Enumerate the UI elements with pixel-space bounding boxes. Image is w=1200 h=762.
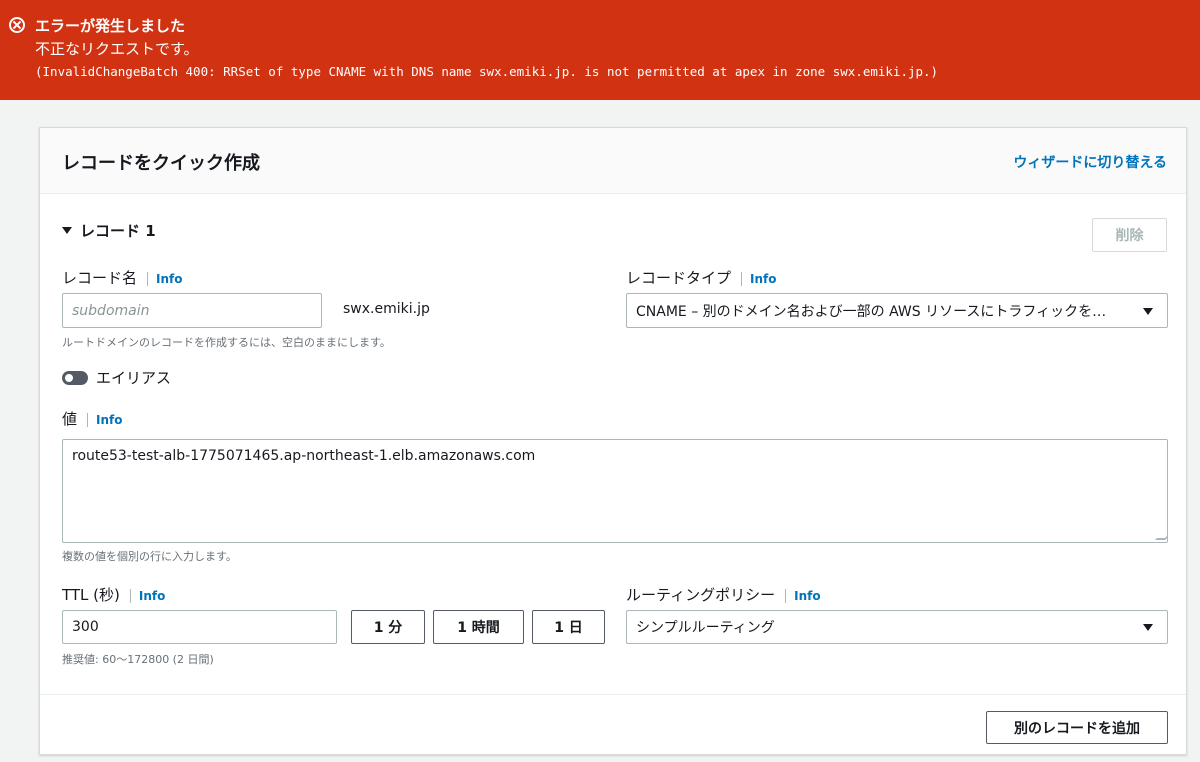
value-label-text: 値 (62, 410, 78, 428)
record-name-info-link[interactable]: Info (147, 272, 183, 286)
dropdown-arrow-icon (1143, 307, 1153, 315)
routing-policy-info-link[interactable]: Info (785, 589, 821, 603)
ttl-info-link[interactable]: Info (129, 589, 166, 603)
routing-policy-selected: シンプルルーティング (636, 620, 775, 636)
value-text: route53-test-alb-1775071465.ap-northeast… (72, 448, 536, 464)
value-textarea[interactable]: route53-test-alb-1775071465.ap-northeast… (62, 439, 1168, 543)
record-section-toggle[interactable]: レコード 1 (62, 220, 156, 241)
ttl-1-day-button[interactable]: 1 日 (532, 610, 605, 644)
ttl-1-minute-button[interactable]: 1 分 (351, 610, 425, 644)
record-section-title: レコード 1 (80, 222, 156, 240)
value-label: 値 Info (62, 408, 123, 429)
delete-record-button[interactable]: 削除 (1092, 218, 1167, 252)
ttl-hint: 推奨値: 60～172800 (2 日間) (62, 653, 214, 666)
switch-to-wizard-link[interactable]: ウィザードに切り替える (1013, 152, 1167, 172)
routing-policy-label: ルーティングポリシー Info (626, 584, 821, 605)
record-type-select[interactable]: CNAME – 別のドメイン名および一部の AWS リソースにトラフィックを… (626, 293, 1168, 328)
routing-policy-select[interactable]: シンプルルーティング (626, 610, 1168, 644)
record-name-label-text: レコード名 (62, 269, 138, 287)
error-circle-x-icon (9, 17, 25, 33)
record-type-info-link[interactable]: Info (741, 272, 777, 286)
panel-footer: 別のレコードを追加 (40, 694, 1186, 756)
ttl-input[interactable]: 300 (62, 610, 337, 644)
value-info-link[interactable]: Info (87, 413, 123, 427)
add-another-record-button[interactable]: 別のレコードを追加 (986, 711, 1168, 744)
error-banner: エラーが発生しました 不正なリクエストです。 (InvalidChangeBat… (0, 0, 1200, 100)
record-type-label-text: レコードタイプ (626, 269, 732, 287)
ttl-1-hour-button[interactable]: 1 時間 (433, 610, 524, 644)
record-name-input[interactable]: subdomain (62, 293, 322, 328)
error-detail: (InvalidChangeBatch 400: RRSet of type C… (35, 64, 939, 79)
panel-title: レコードをクイック作成 (62, 153, 260, 174)
error-message: 不正なリクエストです。 (35, 40, 199, 58)
record-type-label: レコードタイプ Info (626, 267, 777, 288)
record-name-label: レコード名 Info (62, 267, 183, 288)
dropdown-arrow-icon (1143, 624, 1153, 631)
domain-suffix: swx.emiki.jp (343, 301, 430, 317)
panel-header: レコードをクイック作成 ウィザードに切り替える (40, 128, 1186, 194)
error-title: エラーが発生しました (35, 17, 186, 35)
value-hint: 複数の値を個別の行に入力します。 (62, 550, 237, 563)
resize-handle-icon[interactable] (1155, 530, 1167, 540)
ttl-label: TTL (秒) Info (62, 584, 166, 605)
caret-down-icon (62, 227, 72, 234)
routing-policy-label-text: ルーティングポリシー (626, 586, 776, 604)
record-type-selected: CNAME – 別のドメイン名および一部の AWS リソースにトラフィックを… (636, 303, 1107, 320)
alias-toggle[interactable] (62, 371, 88, 385)
alias-label: エイリアス (96, 369, 172, 387)
quick-create-panel: レコードをクイック作成 ウィザードに切り替える レコード 1 削除 レコード名 I… (39, 127, 1187, 755)
ttl-label-text: TTL (秒) (62, 586, 120, 604)
record-name-hint: ルートドメインのレコードを作成するには、空白のままにします。 (62, 336, 391, 349)
